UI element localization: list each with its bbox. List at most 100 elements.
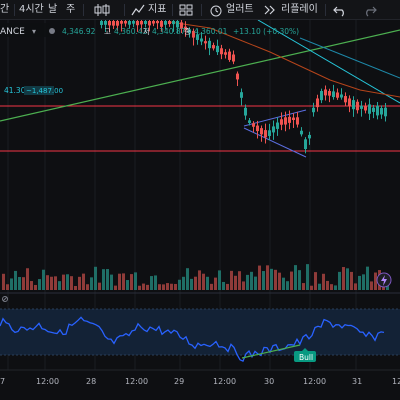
volume-bar xyxy=(86,284,89,290)
volume-bar xyxy=(278,272,281,290)
volume-bar xyxy=(90,277,93,290)
volume-bar xyxy=(354,283,357,290)
timeframe-edge-label[interactable]: 간 xyxy=(0,2,9,18)
indicators-icon[interactable] xyxy=(130,2,146,18)
volume-bar xyxy=(78,276,81,290)
candle-body xyxy=(312,107,315,113)
alert-button[interactable]: 얼러트 xyxy=(226,2,254,18)
volume-bar xyxy=(54,276,57,290)
volume-bar xyxy=(282,277,285,290)
ohlc-close-value: 4,360.01 xyxy=(194,27,228,36)
volume-bar xyxy=(346,268,349,290)
replay-button[interactable]: 리플레이 xyxy=(281,2,318,18)
candle-body xyxy=(368,104,371,114)
candle-body xyxy=(308,134,311,139)
volume-bar xyxy=(34,284,37,290)
volume-bar xyxy=(234,275,237,290)
candle-body xyxy=(372,107,375,112)
volume-bar xyxy=(74,285,77,290)
redo-icon[interactable] xyxy=(362,2,378,18)
volume-bar xyxy=(258,265,261,290)
candle-body xyxy=(264,130,267,138)
timeframe-4h[interactable]: 4시간 xyxy=(19,2,44,18)
volume-bar xyxy=(142,283,145,290)
candle-body xyxy=(384,107,387,117)
candle-body xyxy=(236,73,239,80)
candle-body xyxy=(256,125,259,132)
volume-bar xyxy=(298,270,301,290)
volume-bar xyxy=(46,275,49,290)
time-axis-label: 12:00 xyxy=(36,377,59,386)
candle-body xyxy=(216,45,219,53)
symbol-chevron-icon[interactable]: ▾ xyxy=(32,27,36,36)
volume-bar xyxy=(18,277,21,290)
candle-body xyxy=(292,117,295,121)
candle-body xyxy=(228,51,231,60)
volume-bar xyxy=(206,276,209,290)
time-axis-label: 12:00 xyxy=(213,377,236,386)
timeframe-day[interactable]: 날 xyxy=(48,2,57,18)
volume-bar xyxy=(322,273,325,290)
volume-bar xyxy=(186,268,189,290)
timeframe-week[interactable]: 주 xyxy=(66,2,75,18)
volume-bar xyxy=(106,269,109,290)
volume-bar xyxy=(174,283,177,290)
alarm-clock-icon[interactable] xyxy=(208,2,224,18)
candle-body xyxy=(200,38,203,42)
candle-body xyxy=(224,52,227,55)
candle-body xyxy=(304,139,307,150)
candle-body xyxy=(380,108,383,115)
volume-bar xyxy=(62,274,65,290)
candle-body xyxy=(244,107,247,116)
volume-bar xyxy=(226,283,229,290)
candlestick-icon[interactable] xyxy=(90,2,118,18)
layout-grid-icon[interactable] xyxy=(178,2,194,18)
volume-bar xyxy=(334,285,337,290)
volume-bar xyxy=(202,273,205,290)
left-price-badge: ~1,487.00 xyxy=(26,87,63,95)
candle-body xyxy=(120,21,123,24)
volume-bar xyxy=(326,280,329,290)
candle-body xyxy=(316,98,319,108)
time-axis-label: 12:00 xyxy=(125,377,148,386)
candle-body xyxy=(112,21,115,26)
candle-body xyxy=(220,48,223,55)
candle-body xyxy=(280,119,283,125)
candle-body xyxy=(272,126,275,133)
toolbar-divider xyxy=(14,4,15,16)
volume-bar xyxy=(238,271,241,290)
volume-bar xyxy=(14,270,17,290)
candle-body xyxy=(124,21,127,24)
volume-bar xyxy=(38,279,41,290)
volume-bar xyxy=(266,265,269,290)
candle-body xyxy=(336,92,339,98)
candle-body xyxy=(232,54,235,62)
volume-bar xyxy=(110,274,113,290)
volume-bar xyxy=(150,276,153,290)
candle-body xyxy=(116,21,119,26)
time-axis-label: 28 xyxy=(86,377,96,386)
candle-body xyxy=(360,105,363,109)
candle-body xyxy=(204,41,207,44)
indicators-button[interactable]: 지표 xyxy=(148,2,166,18)
candle-body xyxy=(172,21,175,25)
candle-body xyxy=(364,106,367,111)
volume-bar xyxy=(366,266,369,290)
time-axis-label: 31 xyxy=(352,377,362,386)
candle-body xyxy=(156,21,159,24)
time-axis-label: 12 xyxy=(392,377,400,386)
replay-icon[interactable] xyxy=(262,2,278,18)
volume-bar xyxy=(350,271,353,290)
candle-body xyxy=(356,101,359,111)
undo-icon[interactable] xyxy=(332,2,348,18)
symbol-exchange[interactable]: ANCE xyxy=(0,27,25,37)
price-chart[interactable]: ANCE ▾ 4,346.92 고 4,360.43 저 4,340.87 종 … xyxy=(0,20,400,400)
candle-body xyxy=(168,21,171,25)
volume-bar xyxy=(118,273,121,290)
volume-bar xyxy=(134,272,137,290)
volume-bar xyxy=(138,285,141,290)
volume-bar xyxy=(170,283,173,290)
volume-bar xyxy=(158,284,161,290)
rsi-band xyxy=(0,309,400,355)
volume-bar xyxy=(22,277,25,290)
